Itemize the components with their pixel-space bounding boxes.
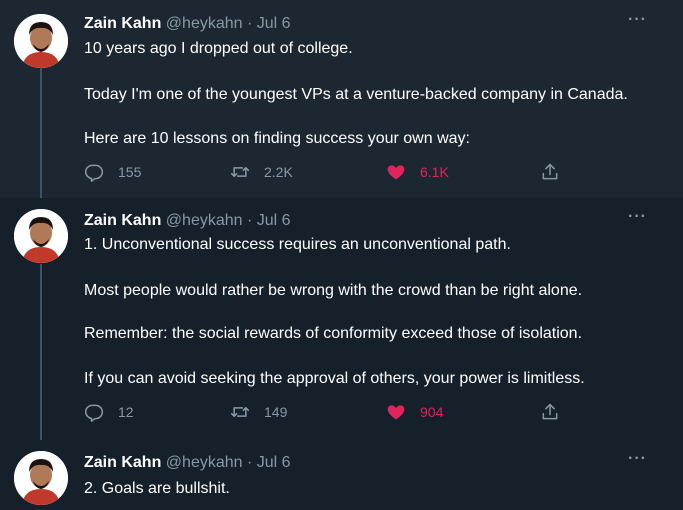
avatar-image [14, 14, 68, 68]
tweet-actions: 12 149 904 [84, 402, 564, 426]
tweet-text: Most people would rather be wrong with t… [84, 282, 583, 299]
handle-date[interactable]: @heykahn · Jul 6 [166, 212, 291, 229]
retweet-count: 2.2K [264, 164, 293, 180]
tweet-text: If you can avoid seeking the approval of… [84, 370, 585, 387]
avatar-image [14, 209, 68, 263]
tweet-text: 10 years ago I dropped out of college. [84, 40, 353, 57]
tweet-text: Remember: the social rewards of conformi… [84, 325, 583, 342]
thread-line [40, 68, 42, 198]
tweet[interactable]: Zain Kahn @heykahn · Jul 6 ··· 2. Goals … [0, 440, 683, 510]
tweet-header: Zain Kahn @heykahn · Jul 6 [84, 212, 291, 230]
retweet-icon [230, 167, 250, 177]
handle-date[interactable]: @heykahn · Jul 6 [166, 454, 291, 471]
share-button[interactable] [540, 162, 574, 182]
reply-count: 12 [118, 404, 134, 420]
more-icon[interactable]: ··· [628, 208, 647, 226]
reply-button[interactable]: 155 [84, 162, 141, 182]
author-name[interactable]: Zain Kahn [84, 15, 161, 32]
retweet-button[interactable]: 149 [230, 402, 287, 422]
like-icon [387, 165, 405, 180]
like-icon [387, 405, 405, 420]
author-name[interactable]: Zain Kahn [84, 454, 161, 471]
avatar[interactable] [14, 209, 68, 263]
reply-icon [84, 164, 104, 182]
author-name[interactable]: Zain Kahn [84, 212, 161, 229]
avatar[interactable] [14, 14, 68, 68]
like-count: 6.1K [420, 164, 449, 180]
like-button[interactable]: 904 [386, 402, 443, 422]
retweet-icon [230, 407, 250, 417]
retweet-count: 149 [264, 404, 288, 420]
tweet-text: Here are 10 lessons on finding success y… [84, 130, 470, 147]
tweet-text: 1. Unconventional success requires an un… [84, 236, 511, 253]
tweet-header: Zain Kahn @heykahn · Jul 6 [84, 454, 291, 472]
tweet-header: Zain Kahn @heykahn · Jul 6 [84, 15, 291, 33]
share-icon [542, 403, 558, 420]
tweet-text: Today I'm one of the youngest VPs at a v… [84, 86, 628, 103]
reply-count: 155 [118, 164, 142, 180]
more-icon[interactable]: ··· [628, 11, 647, 29]
thread-line [40, 264, 42, 440]
share-icon [542, 163, 558, 180]
tweet[interactable]: Zain Kahn @heykahn · Jul 6 ··· 10 years … [0, 0, 683, 198]
tweet-actions: 155 2.2K 6.1K [84, 162, 564, 186]
like-button[interactable]: 6.1K [386, 162, 449, 182]
avatar[interactable] [14, 451, 68, 505]
tweet-text: 2. Goals are bullshit. [84, 480, 230, 497]
more-icon[interactable]: ··· [628, 450, 647, 468]
tweet[interactable]: Zain Kahn @heykahn · Jul 6 ··· 1. Unconv… [0, 198, 683, 440]
like-count: 904 [420, 404, 444, 420]
reply-icon [84, 404, 104, 422]
retweet-button[interactable]: 2.2K [230, 162, 293, 182]
handle-date[interactable]: @heykahn · Jul 6 [166, 15, 291, 32]
avatar-image [14, 451, 68, 505]
reply-button[interactable]: 12 [84, 402, 134, 422]
share-button[interactable] [540, 402, 574, 422]
